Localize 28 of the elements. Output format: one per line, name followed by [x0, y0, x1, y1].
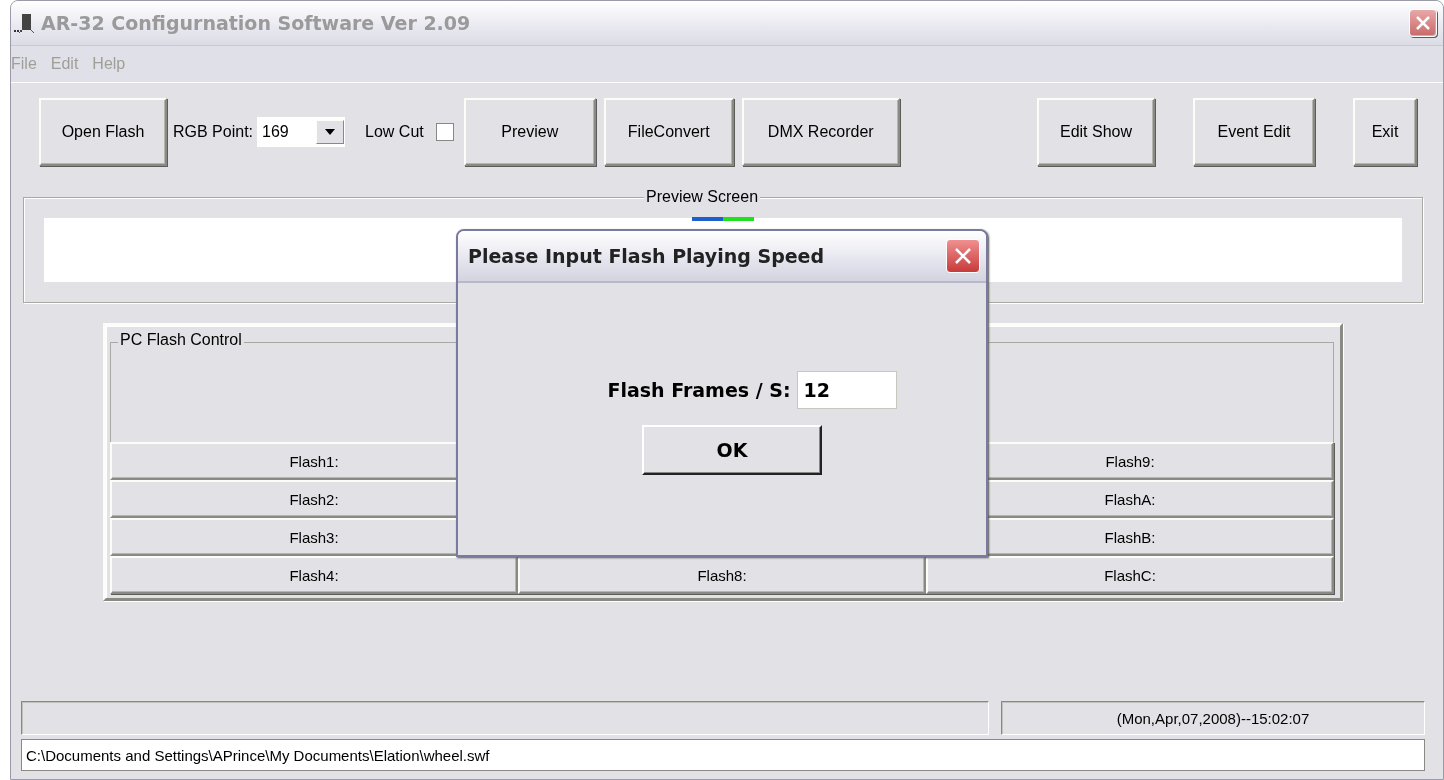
toolbar-button[interactable]: Preview: [463, 98, 596, 166]
close-button[interactable]: [1409, 9, 1437, 37]
app-icon: [13, 12, 35, 34]
flash-button[interactable]: Flash4:: [110, 556, 518, 594]
rgb-point-label: RGB Point:: [173, 123, 254, 141]
window-title: AR-32 Configurnation Software Ver 2.09: [41, 12, 472, 34]
flash-button[interactable]: FlashC:: [926, 556, 1334, 594]
toolbar-button[interactable]: FileConvert: [603, 98, 734, 166]
close-icon: [1414, 14, 1432, 32]
toolbar-button[interactable]: Edit Show: [1037, 98, 1155, 166]
caret-icon: [325, 129, 336, 135]
close-button[interactable]: [946, 239, 980, 273]
color-indicator-drawing: [692, 217, 754, 221]
frames-label: Flash Frames / S:: [607, 379, 791, 401]
flash-button[interactable]: Flash8:: [518, 556, 926, 594]
status-datetime: (Mon,Apr,07,2008)--15:02:07: [1001, 701, 1425, 735]
open-flash-button[interactable]: Open Flash: [39, 98, 167, 166]
rgb-point-dropdown[interactable]: 169: [257, 117, 346, 147]
toolbar-button[interactable]: Event Edit: [1193, 98, 1315, 166]
low-cut-label: Low Cut: [365, 123, 424, 141]
dialog-title: Please Input Flash Playing Speed: [468, 245, 826, 267]
toolbar-button[interactable]: DMX Recorder: [741, 98, 900, 166]
toolbar-button[interactable]: Exit: [1353, 98, 1417, 166]
ok-button[interactable]: OK: [642, 425, 822, 475]
file-path: C:\Documents and Settings\APrince\My Documents\Elation\wheel.swf: [21, 739, 1425, 771]
frames-input[interactable]: 12: [796, 371, 897, 409]
low-cut-checkbox[interactable]: [435, 123, 454, 141]
close-icon: [953, 246, 973, 266]
